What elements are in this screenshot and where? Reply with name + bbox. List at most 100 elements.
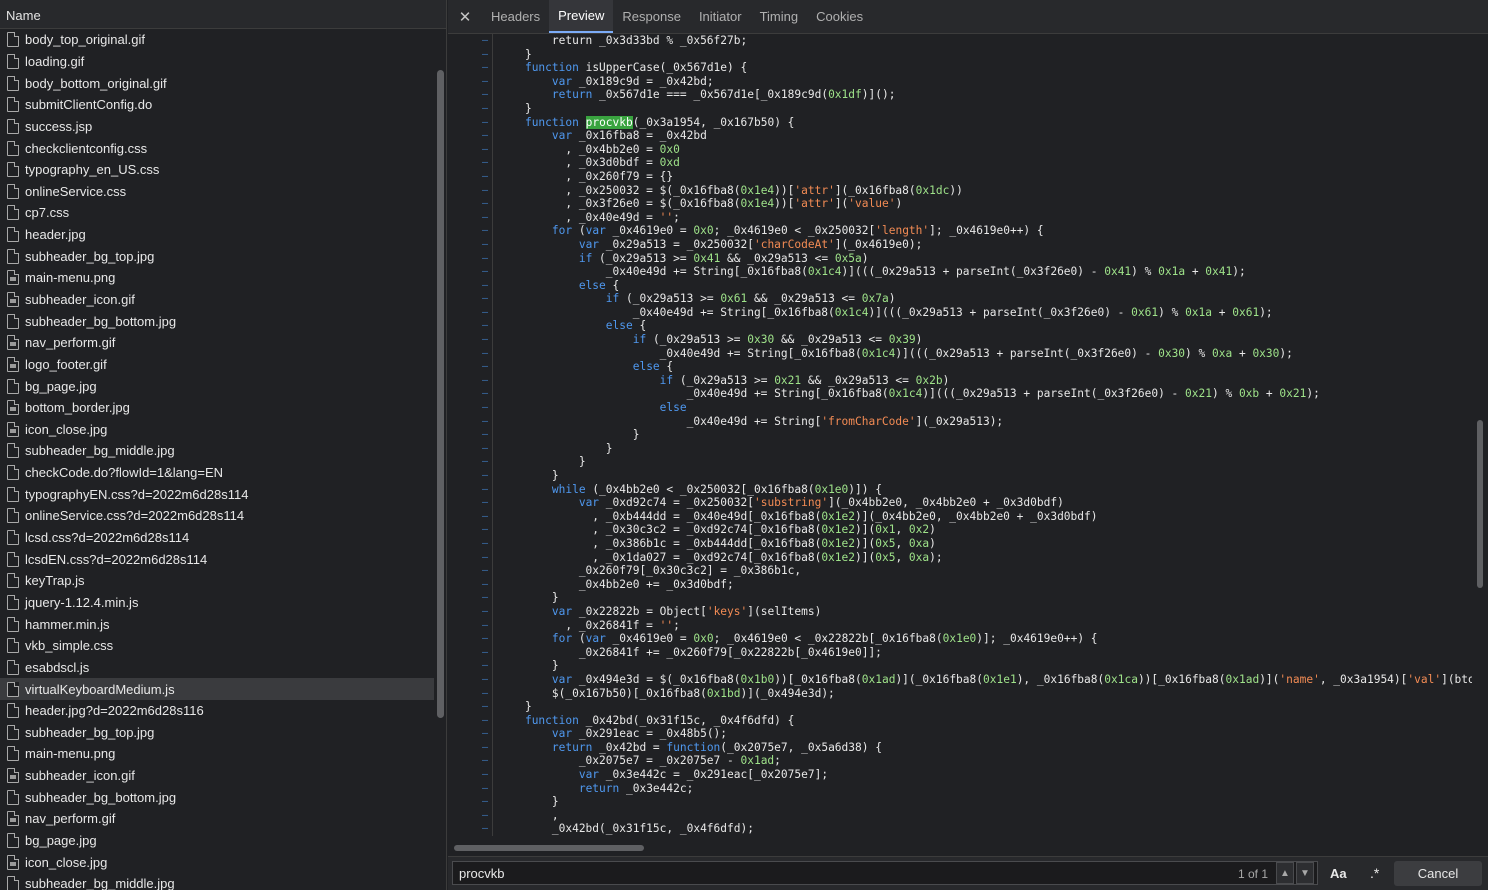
code-token: 0x1a: [1185, 305, 1213, 319]
file-row[interactable]: header.jpg: [0, 224, 434, 246]
file-row[interactable]: submitClientConfig.do: [0, 94, 434, 116]
code-text: }: [498, 455, 586, 469]
chevron-down-icon[interactable]: ▼: [1296, 862, 1314, 884]
file-row[interactable]: body_top_original.gif: [0, 29, 434, 51]
code-token: (_0x4bb2e0 < _0x250032[_0x16fba8(: [585, 482, 815, 496]
file-row[interactable]: main-menu.png: [0, 267, 434, 289]
code-token: 'value': [848, 197, 896, 211]
gutter-marker: –: [481, 361, 488, 373]
file-row[interactable]: cp7.css: [0, 202, 434, 224]
file-row[interactable]: lcsdEN.css?d=2022m6d28s114: [0, 548, 434, 570]
file-row[interactable]: logo_footer.gif: [0, 354, 434, 376]
code-token: (_0x2075e7, _0x5a6d38) {: [720, 740, 882, 754]
file-row[interactable]: onlineService.css?d=2022m6d28s114: [0, 505, 434, 527]
gutter-marker: –: [481, 605, 488, 617]
file-row[interactable]: subheader_bg_bottom.jpg: [0, 310, 434, 332]
gutter-marker: –: [481, 102, 488, 114]
file-icon: [7, 659, 19, 675]
code-text: }: [498, 795, 559, 809]
tab-initiator[interactable]: Initiator: [690, 0, 751, 33]
code-line: – _0x260f79[_0x30c3c2] = _0x386b1c,: [448, 564, 1472, 578]
file-row[interactable]: icon_close.jpg: [0, 419, 434, 441]
code-token: 0xa: [1212, 346, 1233, 360]
tab-timing[interactable]: Timing: [751, 0, 808, 33]
code-token: _0x26841f += _0x260f79[_0x22822b[_0x4619…: [498, 645, 882, 659]
file-row[interactable]: subheader_bg_bottom.jpg: [0, 786, 434, 808]
code-token: _0x42bd(_0x31f15c, _0x4f6dfd);: [498, 822, 754, 836]
file-row[interactable]: typography_en_US.css: [0, 159, 434, 181]
file-row[interactable]: icon_close.jpg: [0, 851, 434, 873]
search-input[interactable]: [452, 861, 1318, 885]
file-list-scrollbar[interactable]: [437, 70, 444, 718]
file-row[interactable]: main-menu.png: [0, 743, 434, 765]
gutter-marker: –: [481, 796, 488, 808]
file-row[interactable]: subheader_bg_top.jpg: [0, 245, 434, 267]
file-row[interactable]: jquery-1.12.4.min.js: [0, 592, 434, 614]
code-token: var: [551, 74, 573, 88]
file-row[interactable]: virtualKeyboardMedium.js: [0, 678, 434, 700]
file-row[interactable]: loading.gif: [0, 51, 434, 73]
tab-preview[interactable]: Preview: [549, 0, 614, 33]
code-text: }: [498, 48, 532, 62]
file-row[interactable]: subheader_bg_middle.jpg: [0, 440, 434, 462]
file-row[interactable]: hammer.min.js: [0, 613, 434, 635]
file-row[interactable]: body_bottom_original.gif: [0, 72, 434, 94]
gutter-marker: –: [481, 456, 488, 468]
code-token: ) %: [1158, 305, 1186, 319]
tab-cookies[interactable]: Cookies: [807, 0, 872, 33]
file-row[interactable]: subheader_icon.gif: [0, 289, 434, 311]
file-row[interactable]: nav_perform.gif: [0, 332, 434, 354]
code-line: – , _0x250032 = $(_0x16fba8(0x1e4))['att…: [448, 183, 1472, 198]
code-token: 0x1c4: [888, 387, 923, 401]
code-text: _0x2075e7 = _0x2075e7 - 0x1ad;: [498, 754, 781, 768]
gutter-marker: –: [481, 701, 488, 713]
code-text: _0x40e49d += String[_0x16fba8(0x1c4)](((…: [498, 387, 1320, 401]
file-row[interactable]: nav_perform.gif: [0, 808, 434, 830]
chevron-up-icon[interactable]: ▲: [1276, 862, 1294, 884]
match-case-button[interactable]: Aa: [1330, 866, 1347, 881]
file-icon: [7, 32, 19, 48]
file-row[interactable]: esabdscl.js: [0, 657, 434, 679]
code-token: _0x40e49d += String[: [498, 414, 822, 428]
file-row[interactable]: header.jpg?d=2022m6d28s116: [0, 700, 434, 722]
file-icon: [7, 227, 19, 243]
name-column-header[interactable]: Name: [0, 0, 446, 29]
file-icon: [7, 205, 19, 221]
file-row[interactable]: keyTrap.js: [0, 570, 434, 592]
tab-headers[interactable]: Headers: [482, 0, 549, 33]
file-row[interactable]: subheader_icon.gif: [0, 765, 434, 787]
file-name: bottom_border.jpg: [25, 400, 130, 416]
code-token: 'length': [875, 224, 930, 238]
code-token: )): [949, 183, 963, 197]
code-token: 0x61: [1131, 305, 1159, 319]
code-token: 0x1e4: [740, 183, 775, 197]
file-row[interactable]: success.jsp: [0, 116, 434, 138]
file-row[interactable]: checkCode.do?flowId=1&lang=EN: [0, 462, 434, 484]
tab-response[interactable]: Response: [613, 0, 690, 33]
code-horizontal-scrollbar[interactable]: [454, 845, 644, 851]
code-token: );: [1259, 305, 1273, 319]
close-icon[interactable]: ✕: [448, 0, 482, 33]
file-row[interactable]: bottom_border.jpg: [0, 397, 434, 419]
file-row[interactable]: lcsd.css?d=2022m6d28s114: [0, 527, 434, 549]
cancel-button[interactable]: Cancel: [1394, 861, 1482, 886]
file-row[interactable]: vkb_simple.css: [0, 635, 434, 657]
file-row[interactable]: bg_page.jpg: [0, 375, 434, 397]
file-row[interactable]: checkclientconfig.css: [0, 137, 434, 159]
code-vertical-scrollbar[interactable]: [1477, 420, 1483, 588]
file-row[interactable]: subheader_bg_top.jpg: [0, 722, 434, 744]
file-row[interactable]: onlineService.css: [0, 180, 434, 202]
file-row[interactable]: bg_page.jpg: [0, 830, 434, 852]
file-row[interactable]: subheader_bg_middle.jpg: [0, 873, 434, 890]
file-name: typography_en_US.css: [25, 162, 160, 178]
gutter-marker: –: [481, 75, 488, 87]
code-token: ,: [895, 523, 909, 537]
code-token: && _0x29a513 <=: [720, 251, 835, 265]
file-icon: [7, 465, 19, 481]
file-row[interactable]: typographyEN.css?d=2022m6d28s114: [0, 483, 434, 505]
code-text: else {: [498, 360, 673, 374]
code-token: 0x1e2: [821, 536, 855, 550]
regex-button[interactable]: .*: [1370, 865, 1379, 881]
